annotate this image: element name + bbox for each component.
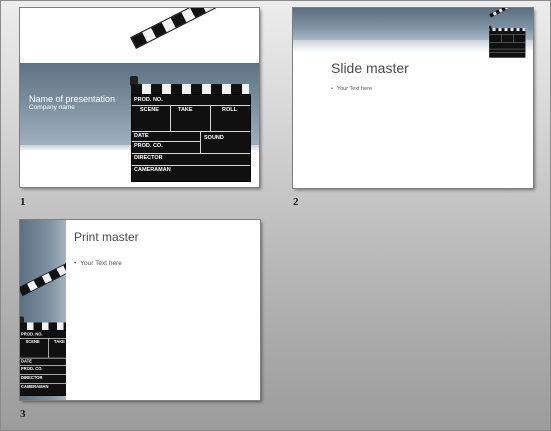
bullet-dot-icon: • <box>74 260 77 267</box>
slide-number-2: 2 <box>293 196 299 208</box>
clap-label-sound: SOUND <box>204 135 224 141</box>
clap-label-take: TAKE <box>54 339 65 345</box>
clap-label-take: TAKE <box>178 107 193 113</box>
clapperboard-icon: PROD. NO. SCENE TAKE DATE PROD. CO. DIRE… <box>20 247 66 396</box>
clapperboard-strip <box>20 322 66 330</box>
clapperboard-icon: PROD. NO. SCENE TAKE ROLL DATE SOUND PRO… <box>130 8 251 182</box>
slide-thumbnail-2[interactable]: Slide master • Your Text here <box>292 7 534 189</box>
clapperboard-clip: PROD. NO. SCENE TAKE DATE PROD. CO. DIRE… <box>20 220 66 400</box>
slide-title: Name of presentation <box>29 94 116 104</box>
clap-label-scene: SCENE <box>25 339 40 345</box>
slide-title: Slide master <box>331 60 409 76</box>
slide-sorter-view: { "slides": [ { "number": "1", "title": … <box>0 0 551 431</box>
bullet-item: • Your Text here <box>74 260 122 267</box>
clap-label-cameraman: CAMERAMAN <box>21 384 49 390</box>
clap-label-director: DIRECTOR <box>134 155 163 161</box>
bullet-dot-icon: • <box>331 86 333 92</box>
slide-subtitle: Company name <box>29 104 75 111</box>
bullet-text: Your Text here <box>336 86 373 92</box>
bullet-text: Your Text here <box>80 260 122 267</box>
clapperboard-stick <box>20 247 66 297</box>
clap-label-prod-no: PROD. NO. <box>134 97 163 103</box>
clap-label-director: DIRECTOR <box>21 375 43 381</box>
slide-thumbnail-3[interactable]: Print master • Your Text here PROD. NO. S… <box>19 219 261 401</box>
clapperboard-stick <box>130 8 242 49</box>
clap-label-prod-no: PROD. NO. <box>21 332 43 337</box>
clap-label-scene: SCENE <box>140 107 159 113</box>
slide-title: Print master <box>74 230 139 244</box>
clap-label-prod-co: PROD. CO. <box>21 366 43 372</box>
clapperboard-strip <box>131 84 249 94</box>
clap-label-prod-co: PROD. CO. <box>134 143 163 149</box>
clap-label-date: DATE <box>21 359 32 364</box>
clapperboard-board <box>489 31 526 58</box>
slide-number-1: 1 <box>20 196 26 208</box>
clapperboard-board: PROD. NO. SCENE TAKE ROLL DATE SOUND PRO… <box>131 94 251 182</box>
clap-label-date: DATE <box>134 133 149 139</box>
slide-number-3: 3 <box>20 408 26 420</box>
clap-label-roll: ROLL <box>222 107 237 113</box>
slide-thumbnail-1[interactable]: Name of presentation Company name PROD. … <box>19 7 260 188</box>
bullet-item: • Your Text here <box>331 86 372 92</box>
clapperboard-icon <box>489 8 526 58</box>
clapperboard-board: PROD. NO. SCENE TAKE DATE PROD. CO. DIRE… <box>20 330 66 396</box>
clap-label-cameraman: CAMERAMAN <box>134 167 171 173</box>
